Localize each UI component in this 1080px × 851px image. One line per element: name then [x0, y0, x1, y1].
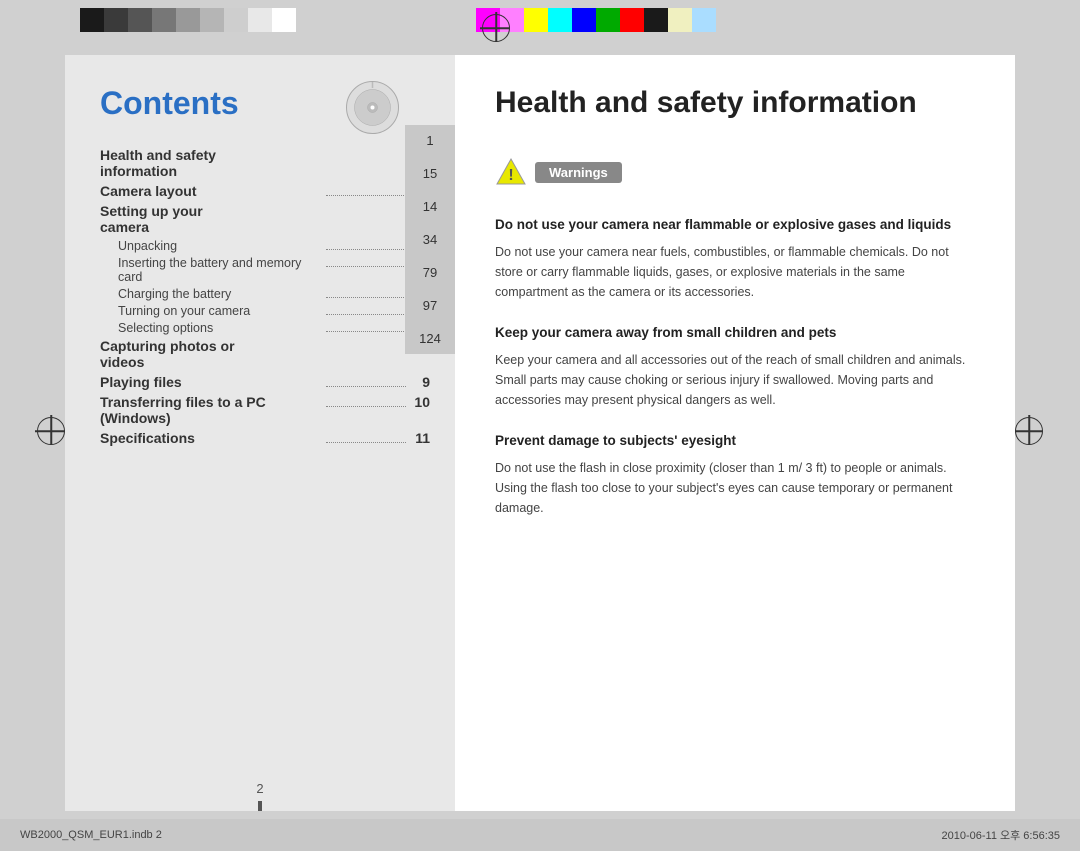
toc-row: Charging the battery6	[100, 287, 430, 301]
color-swatch	[620, 8, 644, 32]
color-strip-left	[80, 8, 296, 32]
toc-label: Turning on your camera	[118, 304, 322, 318]
safety-text: Do not use the flash in close proximity …	[495, 458, 975, 518]
safety-section: Do not use your camera near flammable or…	[495, 216, 975, 302]
toc-row: Unpacking5	[100, 239, 430, 253]
safety-sections: Do not use your camera near flammable or…	[495, 216, 975, 518]
color-swatch	[200, 8, 224, 32]
bottom-bar: WB2000_QSM_EUR1.indb 2 2010-06-11 오후 6:5…	[0, 819, 1080, 851]
color-swatch	[104, 8, 128, 32]
registration-mark-right	[1013, 415, 1045, 447]
cd-icon	[345, 80, 400, 135]
color-swatch	[152, 8, 176, 32]
number-column-item: 124	[419, 331, 441, 346]
footer-right: 2010-06-11 오후 6:56:35	[941, 827, 1060, 843]
toc-label: Camera layout	[100, 183, 322, 199]
color-swatch	[572, 8, 596, 32]
toc-dots	[326, 266, 406, 267]
color-swatch	[176, 8, 200, 32]
number-column-item: 15	[423, 166, 437, 181]
footer-left: WB2000_QSM_EUR1.indb 2	[20, 829, 162, 841]
color-swatch	[524, 8, 548, 32]
color-swatch	[692, 8, 716, 32]
color-swatch	[80, 8, 104, 32]
safety-text: Keep your camera and all accessories out…	[495, 350, 975, 410]
color-swatch	[596, 8, 620, 32]
number-column-item: 97	[423, 298, 437, 313]
toc-label: Charging the battery	[118, 287, 322, 301]
color-bar-top	[0, 0, 1080, 40]
warning-icon: !	[495, 156, 527, 188]
number-column: 1 15 14 34 79 97 124	[405, 125, 455, 354]
toc-dots	[326, 249, 406, 250]
safety-heading: Keep your camera away from small childre…	[495, 324, 975, 343]
toc-label: Capturing photos or videos	[100, 338, 255, 370]
toc-dots	[326, 442, 406, 443]
toc-dots	[326, 331, 406, 332]
toc-row: Camera layout4	[100, 183, 430, 199]
registration-mark-top	[480, 12, 512, 44]
left-page: Contents Health and safety information2C…	[65, 55, 455, 811]
color-swatch	[644, 8, 668, 32]
toc-row: Inserting the battery and memory card6	[100, 256, 430, 284]
registration-mark-left	[35, 415, 67, 447]
safety-section: Prevent damage to subjects' eyesight Do n…	[495, 432, 975, 518]
toc-label: Selecting options	[118, 321, 322, 335]
safety-heading: Do not use your camera near flammable or…	[495, 216, 975, 235]
warnings-label: Warnings	[535, 162, 622, 183]
safety-text: Do not use your camera near fuels, combu…	[495, 242, 975, 302]
page-bar-indicator	[258, 801, 262, 811]
page-number: 2	[256, 781, 263, 796]
warnings-badge: ! Warnings	[495, 156, 975, 188]
toc-label: Health and safety information	[100, 147, 255, 179]
toc-dots	[326, 406, 406, 407]
toc-row: Turning on your camera7	[100, 304, 430, 318]
toc-dots	[326, 314, 406, 315]
toc-page: 10	[410, 394, 430, 410]
toc-row: Playing files 9	[100, 374, 430, 390]
toc-dots	[326, 195, 406, 196]
toc-page: 9	[410, 374, 430, 390]
color-swatch	[224, 8, 248, 32]
color-strip-right	[476, 8, 716, 32]
toc-dots	[326, 297, 406, 298]
color-swatch	[272, 8, 296, 32]
toc-row: Health and safety information2	[100, 147, 430, 179]
number-column-item: 34	[423, 232, 437, 247]
toc-label: Specifications	[100, 430, 322, 446]
right-page: Health and safety information ! Warnings…	[455, 55, 1015, 811]
page-container: Contents Health and safety information2C…	[65, 55, 1015, 811]
toc-label: Setting up your camera	[100, 203, 255, 235]
toc-row: Setting up your camera5	[100, 203, 430, 235]
color-swatch	[128, 8, 152, 32]
safety-heading: Prevent damage to subjects' eyesight	[495, 432, 975, 451]
number-column-item: 14	[423, 199, 437, 214]
svg-text:!: !	[508, 167, 513, 184]
number-column-item: 79	[423, 265, 437, 280]
toc-row: Specifications 11	[100, 430, 430, 446]
toc-table: Health and safety information2 Camera lay…	[100, 147, 430, 446]
safety-section: Keep your camera away from small childre…	[495, 324, 975, 410]
toc-row: Selecting options7	[100, 321, 430, 335]
toc-row: Transferring files to a PC (Windows) 10	[100, 394, 430, 426]
toc-row: Capturing photos or videos8	[100, 338, 430, 370]
toc-label: Inserting the battery and memory card	[118, 256, 322, 284]
color-swatch	[668, 8, 692, 32]
toc-label: Playing files	[100, 374, 322, 390]
color-swatch	[548, 8, 572, 32]
color-swatch	[248, 8, 272, 32]
safety-title: Health and safety information	[495, 85, 975, 121]
toc-page: 11	[410, 430, 430, 446]
toc-label: Unpacking	[118, 239, 322, 253]
toc-dots	[326, 386, 406, 387]
toc-label: Transferring files to a PC (Windows)	[100, 394, 322, 426]
number-column-item: 1	[426, 133, 433, 148]
